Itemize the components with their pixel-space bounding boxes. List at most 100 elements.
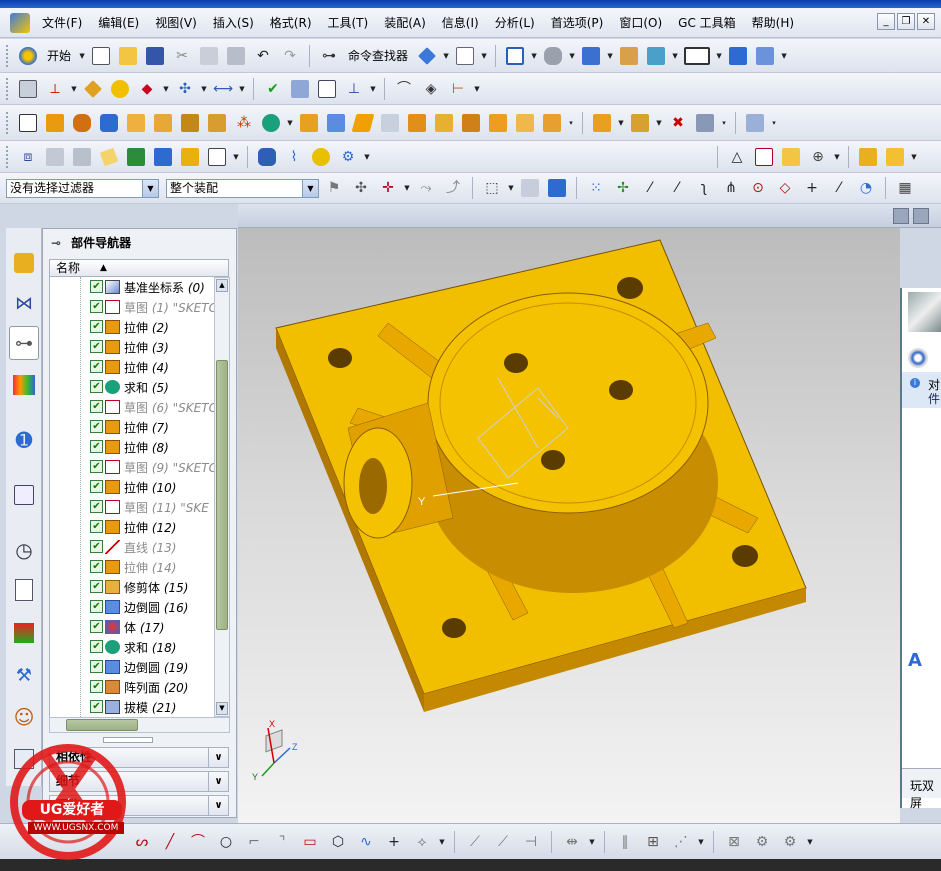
scroll-up-icon[interactable]: ▲ (216, 279, 228, 292)
select-faces-icon[interactable]: ⤳ (414, 176, 438, 200)
tree-row[interactable]: ✔ 求和 (18) (50, 637, 214, 657)
layer-settings-icon[interactable] (617, 44, 641, 68)
line-icon[interactable]: ╱ (158, 830, 182, 854)
sweep-icon[interactable] (513, 111, 537, 135)
restore-button[interactable]: ❐ (897, 13, 915, 30)
hd3d-icon[interactable]: ➊ (9, 423, 39, 457)
visibility-checkbox[interactable]: ✔ (90, 380, 103, 393)
scroll-down-icon[interactable]: ▼ (216, 702, 228, 715)
offset-face-icon[interactable] (432, 111, 456, 135)
tree-row[interactable]: ✔ 拉伸 (7) (50, 417, 214, 437)
sketch-icon[interactable] (16, 111, 40, 135)
menu-format[interactable]: 格式(R) (262, 8, 320, 38)
save-icon[interactable] (143, 44, 167, 68)
dimension-sketch-icon[interactable]: ⇹ (560, 830, 584, 854)
draft-icon[interactable] (405, 111, 429, 135)
graphics-window[interactable]: Y X Y Z (238, 228, 900, 823)
tree-row[interactable]: ✔ 拉伸 (3) (50, 337, 214, 357)
tree-horizontal-scrollbar[interactable] (49, 717, 230, 733)
curve-icon[interactable]: ⌒ (392, 77, 416, 101)
redo-icon[interactable]: ↷ (278, 44, 302, 68)
view-layout-icon[interactable] (779, 145, 803, 169)
assembly-tree-icon[interactable] (288, 77, 312, 101)
remove-icon[interactable]: ✖ (666, 111, 690, 135)
assembly-icon[interactable] (856, 145, 880, 169)
fillet-icon[interactable]: ⌐ (242, 830, 266, 854)
selection-scope-select[interactable]: 整个装配 ▼ (166, 178, 319, 198)
wrench-icon[interactable]: ⚙ (336, 145, 360, 169)
webcam-icon[interactable] (908, 348, 928, 368)
close-button[interactable]: ✕ (917, 13, 935, 30)
copy-icon[interactable] (197, 44, 221, 68)
snap-midpoint-icon[interactable]: ⁄ (665, 176, 689, 200)
snap-on-face-icon[interactable]: ◔ (854, 176, 878, 200)
snap-line-icon[interactable]: ⁄ (638, 176, 662, 200)
alt-solution-icon[interactable]: ⚙ (750, 830, 774, 854)
tree-row[interactable]: ✔ 拉伸 (4) (50, 357, 214, 377)
open-folder-icon[interactable] (116, 44, 140, 68)
web-browser-icon[interactable] (9, 478, 39, 512)
visibility-checkbox[interactable]: ✔ (90, 420, 103, 433)
circle-icon[interactable]: ○ (214, 830, 238, 854)
paste-icon[interactable] (224, 44, 248, 68)
visibility-checkbox[interactable]: ✔ (90, 300, 103, 313)
tree-row[interactable]: ✔ 草图 (6) "SKETC (50, 397, 214, 417)
quick-trim-icon[interactable]: ⟋ (463, 830, 487, 854)
rectangle-icon[interactable]: ▭ (298, 830, 322, 854)
menu-edit[interactable]: 编辑(E) (90, 8, 147, 38)
menu-assembly[interactable]: 装配(A) (376, 8, 434, 38)
snap-arc-icon[interactable]: ʅ (692, 176, 716, 200)
tree-row[interactable]: ✔ 基准坐标系 (0) (50, 277, 214, 297)
start-button[interactable]: 开始 (43, 47, 75, 64)
profile-icon[interactable]: ᔕ (130, 830, 154, 854)
scroll-thumb[interactable] (66, 719, 138, 731)
snap-quadrant-icon[interactable]: ◇ (773, 176, 797, 200)
assembly-add-icon[interactable] (590, 111, 614, 135)
assembly-navigator-icon[interactable] (9, 246, 39, 280)
command-finder-button[interactable]: 命令查找器 (344, 47, 412, 64)
visibility-checkbox[interactable]: ✔ (90, 640, 103, 653)
wcs-icon[interactable]: ⟂ (43, 77, 67, 101)
chamfer-curve-icon[interactable]: ⌝ (270, 830, 294, 854)
tree-row[interactable]: ✔ 拉伸 (12) (50, 517, 214, 537)
section-view-icon[interactable]: ⊕ (806, 145, 830, 169)
tree-row[interactable]: ✔ 边倒圆 (16) (50, 597, 214, 617)
view-mini-icon[interactable] (893, 208, 909, 224)
pin-icon[interactable]: ⊸ (51, 236, 61, 250)
arc-icon[interactable]: ⌒ (186, 830, 210, 854)
snap-icon[interactable]: ✣ (349, 176, 373, 200)
menu-window[interactable]: 窗口(O) (611, 8, 670, 38)
polygon-icon[interactable]: ⬡ (326, 830, 350, 854)
roles-icon[interactable]: ☺ (9, 700, 39, 734)
menu-insert[interactable]: 插入(S) (205, 8, 262, 38)
spring-icon[interactable]: ⌇ (282, 145, 306, 169)
mirror-icon[interactable] (486, 111, 510, 135)
frame-icon[interactable]: ⧈ (16, 145, 40, 169)
visibility-checkbox[interactable]: ✔ (90, 460, 103, 473)
triangle-icon[interactable]: △ (725, 145, 749, 169)
tree-row[interactable]: ✔ 拉伸 (2) (50, 317, 214, 337)
tree-vertical-scrollbar[interactable]: ▲ ▼ (214, 277, 230, 717)
visibility-checkbox[interactable]: ✔ (90, 680, 103, 693)
chamfer-icon[interactable] (351, 111, 375, 135)
quick-extend-icon[interactable]: ⟋ (491, 830, 515, 854)
menu-file[interactable]: 文件(F) (34, 8, 90, 38)
menu-help[interactable]: 帮助(H) (744, 8, 802, 38)
trim-body-icon[interactable] (297, 111, 321, 135)
move-to-layer-icon[interactable] (644, 44, 668, 68)
visibility-checkbox[interactable]: ✔ (90, 660, 103, 673)
history-icon[interactable]: ◷ (9, 533, 39, 567)
unite-icon[interactable] (259, 111, 283, 135)
visibility-checkbox[interactable]: ✔ (90, 340, 103, 353)
snap-table-icon[interactable]: ▦ (893, 176, 917, 200)
extrude-icon[interactable] (43, 111, 67, 135)
fit-view-icon[interactable] (503, 44, 527, 68)
table-icon[interactable] (315, 77, 339, 101)
visibility-checkbox[interactable]: ✔ (90, 480, 103, 493)
eraser-icon[interactable] (97, 145, 121, 169)
nx-app-icon[interactable] (10, 12, 30, 33)
undo-icon[interactable]: ↶ (251, 44, 275, 68)
start-icon[interactable] (16, 44, 40, 68)
datum-point-icon[interactable]: ⁂ (232, 111, 256, 135)
replace-icon[interactable] (693, 111, 717, 135)
